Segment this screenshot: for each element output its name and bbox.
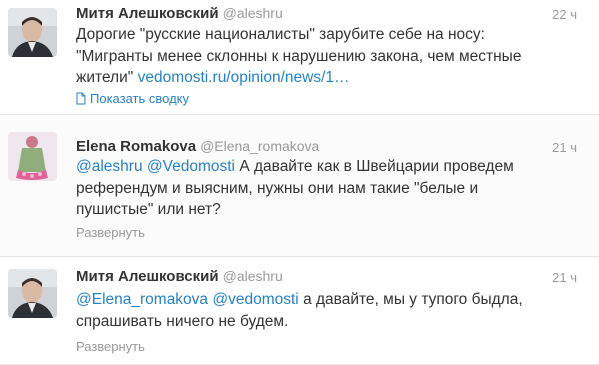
tweet-text-line: @Elena_romakova @vedomosti а давайте, мы… (76, 289, 576, 311)
user-name[interactable]: Митя Алешковский (76, 5, 219, 22)
tweet-text-line: "Мигранты менее склонны к нарушению зако… (76, 47, 522, 65)
document-icon (76, 92, 86, 105)
article-link[interactable]: vedomosti.ru/opinion/news/1… (138, 69, 350, 86)
tweet-text: @Elena_romakova @vedomosti а давайте, мы… (76, 289, 576, 332)
mention-link[interactable]: @vedomosti (212, 291, 298, 308)
show-summary-button[interactable]: Показать сводку (76, 91, 189, 106)
tweet-text-line: жители" vedomosti.ru/opinion/news/1… (76, 67, 576, 89)
tweet[interactable]: Elena Romakova @Elena_romakova 21 ч @ales… (0, 116, 599, 257)
tweet-text-line: пушистые" или нет? (76, 201, 221, 218)
user-handle[interactable]: @Elena_romakova (200, 138, 319, 154)
tweet-text: Дорогие "русские националисты" зарубите … (76, 24, 576, 89)
tweet[interactable]: Митя Алешковский @aleshru 21 ч @Elena_rom… (0, 258, 599, 365)
tweet-text-fragment: А давайте как в Швейцарии проведем (235, 158, 514, 175)
tweet-text: @aleshru @Vedomosti А давайте как в Швей… (76, 156, 576, 221)
tweet-header: Митя Алешковский @aleshru (76, 5, 283, 23)
avatar[interactable] (8, 132, 57, 181)
tweet-text-line: референдум и выясним, нужны они нам таки… (76, 179, 479, 197)
user-handle[interactable]: @aleshru (223, 268, 283, 284)
avatar[interactable] (8, 8, 57, 57)
expand-button[interactable]: Развернуть (76, 339, 145, 354)
timestamp[interactable]: 21 ч (552, 140, 577, 155)
mention-link[interactable]: @Vedomosti (147, 158, 235, 175)
tweet-text-line: Дорогие "русские националисты" зарубите … (76, 26, 485, 43)
tweet[interactable]: Митя Алешковский @aleshru 22 ч Дорогие "р… (0, 0, 599, 115)
user-name[interactable]: Митя Алешковский (76, 268, 219, 285)
expand-button[interactable]: Развернуть (76, 225, 145, 240)
tweet-feed: Митя Алешковский @aleshru 22 ч Дорогие "р… (0, 0, 599, 365)
tweet-text-line: @aleshru @Vedomosti А давайте как в Швей… (76, 156, 576, 178)
show-summary-label: Показать сводку (90, 91, 189, 106)
tweet-text-fragment: жители" (76, 69, 134, 86)
timestamp[interactable]: 21 ч (552, 270, 577, 285)
tweet-header: Митя Алешковский @aleshru (76, 268, 283, 286)
tweet-text-fragment: а давайте, мы у тупого быдла, (298, 291, 523, 308)
mention-link[interactable]: @aleshru (76, 158, 143, 175)
mention-link[interactable]: @Elena_romakova (76, 291, 208, 308)
tweet-text-line: спрашивать ничего не будем. (76, 312, 289, 330)
timestamp[interactable]: 22 ч (552, 7, 577, 22)
avatar[interactable] (8, 269, 57, 318)
user-name[interactable]: Elena Romakova (76, 138, 196, 155)
user-handle[interactable]: @aleshru (223, 5, 283, 21)
tweet-header: Elena Romakova @Elena_romakova (76, 138, 319, 156)
